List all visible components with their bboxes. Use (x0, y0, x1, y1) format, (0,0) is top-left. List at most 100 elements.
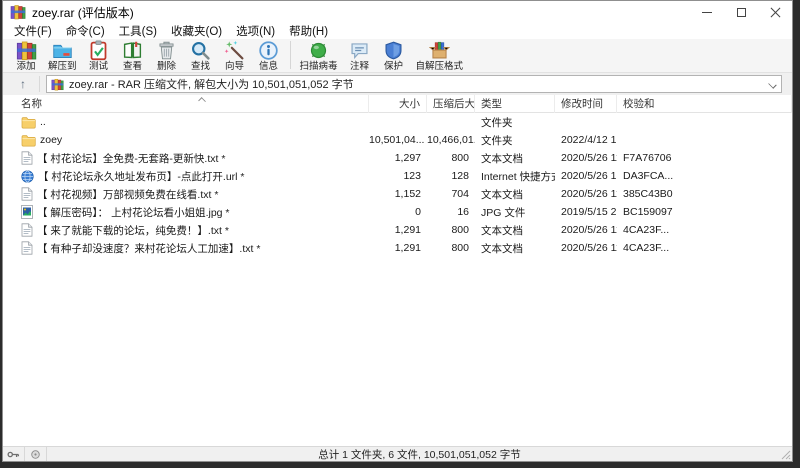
address-bar: ↑ zoey.rar - RAR 压缩文件, 解包大小为 10,501,051,… (3, 73, 792, 95)
desktop-background: zoey.rar (评估版本) 文件(F) 命令(C) 工具(S) 收藏夹(O)… (0, 0, 800, 468)
disc-icon (29, 450, 42, 459)
file-row-txt-1[interactable]: 【 村花论坛】全免费-无套路-更新快.txt * 1,297 800 文本文档 … (3, 149, 792, 167)
file-packed: 10,466,01... (427, 134, 475, 146)
file-modified: 2019/5/15 22... (555, 206, 617, 218)
menu-file[interactable]: 文件(F) (7, 23, 59, 39)
file-row-parent-dir[interactable]: .. 文件夹 (3, 113, 792, 131)
status-total-text: 总计 1 文件夹, 6 文件, 10,501,051,052 字节 (47, 447, 792, 462)
file-packed: 800 (427, 224, 475, 236)
password-status[interactable] (3, 447, 25, 461)
menu-options[interactable]: 选项(N) (229, 23, 282, 39)
find-label: 查找 (191, 61, 210, 72)
chevron-down-icon[interactable] (769, 80, 777, 88)
protect-label: 保护 (384, 61, 403, 72)
file-row-txt-3[interactable]: 【 来了就能下载的论坛，纯免费！】.txt * 1,291 800 文本文档 2… (3, 221, 792, 239)
minimize-icon (702, 12, 712, 13)
file-packed: 128 (427, 170, 475, 182)
sfx-label: 自解压格式 (416, 61, 464, 72)
comment-icon (349, 40, 370, 61)
column-header-checksum[interactable]: 校验和 (617, 95, 792, 113)
wizard-icon (224, 40, 245, 61)
file-type: 文本文档 (475, 151, 555, 166)
file-row-url[interactable]: 【 村花论坛永久地址发布页】-点此打开.url * 123 128 Intern… (3, 167, 792, 185)
file-type: 文件夹 (475, 133, 555, 148)
title-bar: zoey.rar (评估版本) (3, 1, 792, 23)
file-packed: 800 (427, 152, 475, 164)
file-packed: 16 (427, 206, 475, 218)
menu-tools[interactable]: 工具(S) (112, 23, 164, 39)
close-button[interactable] (758, 1, 792, 23)
file-checksum: F7A76706 (617, 152, 792, 164)
wizard-button[interactable]: 向导 (218, 39, 252, 73)
file-name: 【 解压密码】： 上村花论坛看小姐姐.jpg * (37, 205, 230, 220)
file-size: 123 (369, 170, 427, 182)
up-arrow-icon: ↑ (20, 77, 26, 91)
file-name: zoey (40, 134, 62, 146)
protect-button[interactable]: 保护 (377, 39, 411, 73)
file-checksum: DA3FCA... (617, 170, 792, 182)
info-label: 信息 (259, 61, 278, 72)
virus-scan-label: 扫描病毒 (300, 61, 338, 72)
file-name: .. (40, 116, 46, 128)
file-name: 【 村花论坛】全免费-无套路-更新快.txt * (37, 151, 225, 166)
info-icon (258, 40, 279, 61)
minimize-button[interactable] (690, 1, 724, 23)
file-modified: 2020/5/26 13... (555, 170, 617, 182)
archive-path-text: zoey.rar - RAR 压缩文件, 解包大小为 10,501,051,05… (69, 76, 354, 92)
file-list-header: 名称 大小 压缩后大小 类型 修改时间 校验和 (3, 95, 792, 113)
find-button[interactable]: 查找 (184, 39, 218, 73)
file-type: 文件夹 (475, 115, 555, 130)
menu-favorites[interactable]: 收藏夹(O) (164, 23, 229, 39)
file-size: 1,152 (369, 188, 427, 200)
window-title: zoey.rar (评估版本) (32, 4, 134, 21)
column-header-packed[interactable]: 压缩后大小 (427, 95, 475, 113)
column-header-type[interactable]: 类型 (475, 95, 555, 113)
file-type: 文本文档 (475, 223, 555, 238)
archive-path-combobox[interactable]: zoey.rar - RAR 压缩文件, 解包大小为 10,501,051,05… (46, 75, 782, 93)
file-row-txt-2[interactable]: 【 村花视频】万部视频免费在线看.txt * 1,152 704 文本文档 20… (3, 185, 792, 203)
disc-status[interactable] (25, 447, 47, 461)
file-name: 【 有种子却没速度？来村花论坛人工加速】.txt * (37, 241, 260, 256)
sfx-icon (429, 40, 450, 61)
column-header-size[interactable]: 大小 (369, 95, 427, 113)
toolbar: 添加 解压到 测试 (3, 39, 792, 73)
file-checksum: 385C43B0 (617, 188, 792, 200)
add-button[interactable]: 添加 (9, 39, 43, 73)
file-row-jpg[interactable]: 【 解压密码】： 上村花论坛看小姐姐.jpg * 0 16 JPG 文件 201… (3, 203, 792, 221)
menu-commands[interactable]: 命令(C) (59, 23, 112, 39)
view-file-icon (122, 40, 143, 61)
sfx-button[interactable]: 自解压格式 (411, 39, 469, 73)
resize-grip-icon[interactable] (781, 450, 791, 460)
column-header-name[interactable]: 名称 (3, 95, 369, 113)
extract-to-button[interactable]: 解压到 (43, 39, 82, 73)
info-button[interactable]: 信息 (252, 39, 286, 73)
address-separator (39, 76, 40, 92)
virus-scan-button[interactable]: 扫描病毒 (295, 39, 343, 73)
test-button[interactable]: 测试 (82, 39, 116, 73)
comment-button[interactable]: 注释 (343, 39, 377, 73)
file-row-zoey-folder[interactable]: zoey 10,501,04... 10,466,01... 文件夹 2022/… (3, 131, 792, 149)
file-size: 10,501,04... (369, 134, 427, 146)
menu-help[interactable]: 帮助(H) (282, 23, 335, 39)
url-file-icon (21, 170, 34, 183)
add-archive-icon (16, 40, 37, 61)
file-size: 1,291 (369, 224, 427, 236)
file-row-txt-4[interactable]: 【 有种子却没速度？来村花论坛人工加速】.txt * 1,291 800 文本文… (3, 239, 792, 257)
up-directory-button[interactable]: ↑ (11, 75, 35, 93)
view-button[interactable]: 查看 (116, 39, 150, 73)
file-size: 1,291 (369, 242, 427, 254)
delete-button[interactable]: 删除 (150, 39, 184, 73)
comment-label: 注释 (350, 61, 369, 72)
column-header-modified[interactable]: 修改时间 (555, 95, 617, 113)
file-name: 【 村花视频】万部视频免费在线看.txt * (37, 187, 218, 202)
file-packed: 704 (427, 188, 475, 200)
extract-to-icon (52, 40, 73, 61)
find-icon (190, 40, 211, 61)
file-size: 1,297 (369, 152, 427, 164)
file-modified: 2020/5/26 11... (555, 188, 617, 200)
status-bar: 总计 1 文件夹, 6 文件, 10,501,051,052 字节 (3, 446, 792, 461)
file-modified: 2020/5/26 11... (555, 224, 617, 236)
file-checksum: BC159097 (617, 206, 792, 218)
column-name-label: 名称 (21, 98, 42, 110)
maximize-button[interactable] (724, 1, 758, 23)
